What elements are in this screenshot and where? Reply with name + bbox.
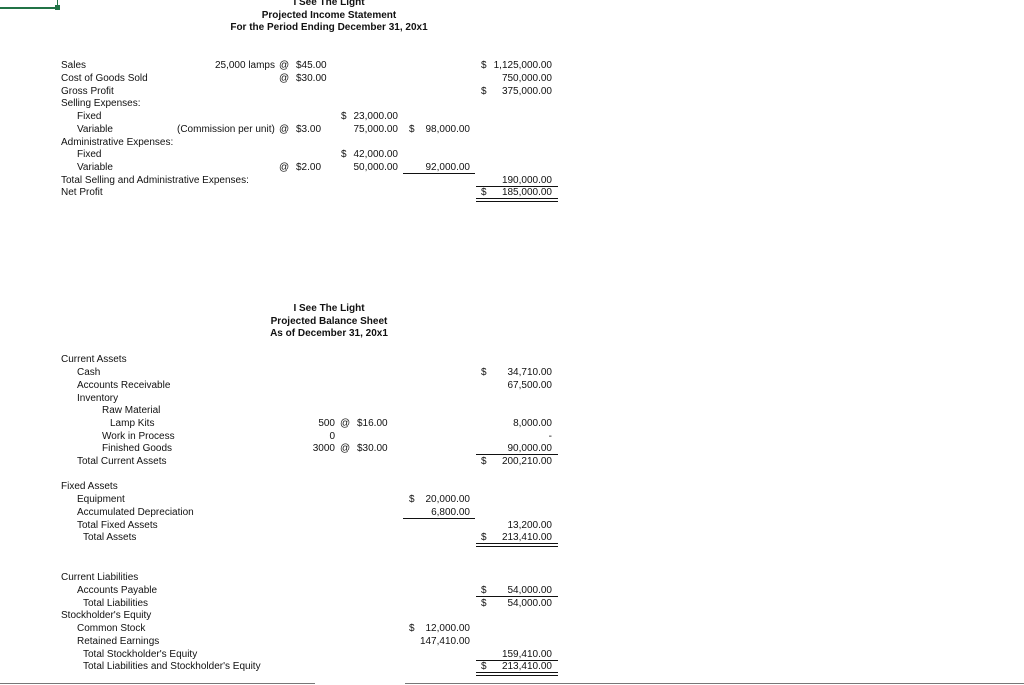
label-accumulated-depreciation: Accumulated Depreciation	[77, 507, 194, 518]
label-sales: Sales	[61, 60, 87, 71]
cogs-total: 750,000.00	[501, 73, 552, 84]
underline	[403, 173, 475, 174]
equipment-amount: 20,000.00	[425, 494, 471, 505]
label-cash: Cash	[77, 367, 101, 378]
double-underline	[476, 543, 558, 547]
selling-subtotal: 98,000.00	[425, 124, 471, 135]
cash-amount: 34,710.00	[507, 367, 553, 378]
label-stockholders-equity: Stockholder's Equity	[61, 610, 152, 621]
label-selling-expenses: Selling Expenses:	[61, 98, 141, 109]
lamp-kits-amount: 8,000.00	[513, 418, 552, 429]
total-liabilities-amount: 54,000.00	[507, 598, 553, 609]
at-sign: @	[340, 418, 351, 429]
company-name: I See The Light	[293, 0, 365, 8]
selection-border	[0, 7, 55, 9]
accounts-receivable-amount: 67,500.00	[507, 380, 553, 391]
label-current-liabilities: Current Liabilities	[61, 572, 139, 583]
at-sign: @	[279, 162, 290, 173]
finished-goods-rate: $30.00	[357, 443, 388, 454]
label-variable: Variable	[77, 162, 113, 173]
company-name: I See The Light	[293, 303, 365, 314]
retained-earnings-amount: 147,410.00	[419, 636, 470, 647]
label-total-assets: Total Assets	[83, 532, 137, 543]
label-accounts-receivable: Accounts Receivable	[77, 380, 171, 391]
sales-quantity: 25,000 lamps	[214, 60, 275, 71]
label-finished-goods: Finished Goods	[102, 443, 173, 454]
commission-rate: $3.00	[296, 124, 322, 135]
balance-sheet-title: I See The Light Projected Balance Sheet …	[179, 303, 479, 341]
cogs-unit-cost: $30.00	[296, 73, 327, 84]
label-variable: Variable	[77, 124, 113, 135]
statement-name: Projected Income Statement	[261, 9, 397, 21]
label-raw-material: Raw Material	[102, 405, 161, 416]
at-sign: @	[279, 60, 290, 71]
at-sign: @	[279, 124, 290, 135]
at-sign: @	[340, 443, 351, 454]
page-border-line	[0, 683, 315, 684]
label-retained-earnings: Retained Earnings	[77, 636, 160, 647]
common-stock-amount: 12,000.00	[425, 623, 471, 634]
statement-name: Projected Balance Sheet	[270, 315, 388, 327]
statement-period: For the Period Ending December 31, 20x1	[230, 22, 428, 33]
label-cogs: Cost of Goods Sold	[61, 73, 148, 84]
double-underline	[476, 198, 558, 202]
label-fixed: Fixed	[77, 111, 102, 122]
admin-fixed-amount: 42,000.00	[353, 149, 399, 160]
label-fixed: Fixed	[77, 149, 102, 160]
label-accounts-payable: Accounts Payable	[77, 585, 158, 596]
double-underline	[476, 672, 558, 676]
label-current-assets: Current Assets	[61, 354, 127, 365]
sales-price: $45.00	[296, 60, 327, 71]
underline	[403, 518, 475, 519]
admin-variable-rate: $2.00	[296, 162, 322, 173]
page-border-line	[405, 683, 1024, 684]
statement-date: As of December 31, 20x1	[270, 328, 388, 339]
label-fixed-assets: Fixed Assets	[61, 481, 118, 492]
finished-goods-qty: 3000	[312, 443, 335, 454]
label-common-stock: Common Stock	[77, 623, 146, 634]
label-equipment: Equipment	[77, 494, 125, 505]
selling-variable-amount: 75,000.00	[353, 124, 399, 135]
admin-variable-amount: 50,000.00	[353, 162, 399, 173]
lamp-kits-qty: 500	[318, 418, 335, 429]
income-statement-title: I See The Light Projected Income Stateme…	[179, 0, 479, 35]
gross-profit-total: 375,000.00	[501, 86, 552, 97]
fill-handle[interactable]	[55, 5, 60, 10]
at-sign: @	[279, 73, 290, 84]
label-net-profit: Net Profit	[61, 187, 103, 198]
label-total-current-assets: Total Current Assets	[77, 456, 167, 467]
total-current-assets-amount: 200,210.00	[501, 456, 552, 467]
selling-fixed-amount: 23,000.00	[353, 111, 399, 122]
commission-note: (Commission per unit)	[177, 124, 275, 135]
label-lamp-kits: Lamp Kits	[110, 418, 155, 429]
sales-total: 1,125,000.00	[493, 60, 552, 71]
label-total-liabilities-equity: Total Liabilities and Stockholder's Equi…	[83, 661, 261, 672]
lamp-kits-rate: $16.00	[357, 418, 388, 429]
